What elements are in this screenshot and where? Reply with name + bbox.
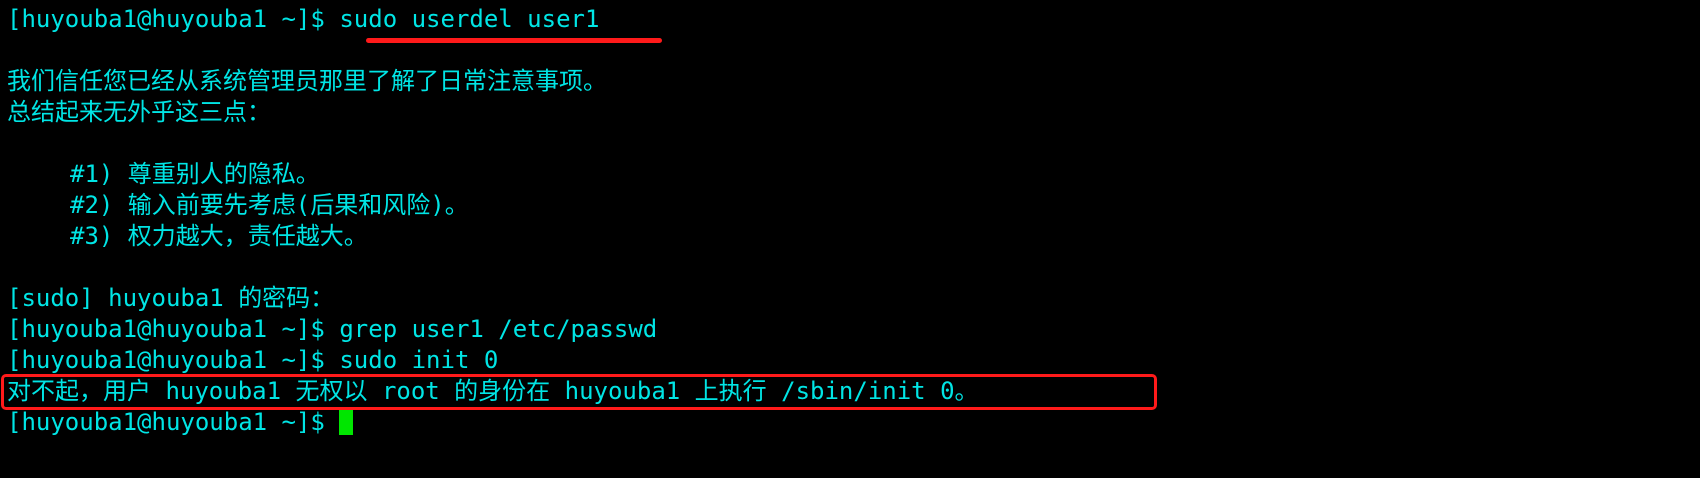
shell-prompt: [huyouba1@huyouba1 ~]$ bbox=[7, 408, 340, 436]
terminal-line-init: [huyouba1@huyouba1 ~]$ sudo init 0 bbox=[7, 345, 1700, 376]
shell-prompt: [huyouba1@huyouba1 ~]$ bbox=[7, 346, 340, 374]
sudo-lecture-rule-1: #1) 尊重别人的隐私。 bbox=[70, 160, 320, 188]
command-userdel: sudo userdel user1 bbox=[339, 5, 600, 33]
shell-prompt: [huyouba1@huyouba1 ~]$ bbox=[7, 315, 340, 343]
sudo-lecture-line-1: 我们信任您已经从系统管理员那里了解了日常注意事项。 bbox=[7, 67, 607, 95]
terminal-line-current[interactable]: [huyouba1@huyouba1 ~]$ bbox=[7, 407, 1700, 438]
command-grep: grep user1 /etc/passwd bbox=[339, 315, 658, 343]
sudo-lecture-rule-3: #3) 权力越大，责任越大。 bbox=[70, 222, 368, 250]
terminal-line-grep: [huyouba1@huyouba1 ~]$ grep user1 /etc/p… bbox=[7, 314, 1700, 345]
command-init: sudo init 0 bbox=[339, 346, 499, 374]
terminal-line-userdel: [huyouba1@huyouba1 ~]$ sudo userdel user… bbox=[7, 4, 1700, 35]
sudo-lecture-rule-2: #2) 输入前要先考虑(后果和风险)。 bbox=[70, 191, 469, 219]
sudo-lecture-line-2: 总结起来无外乎这三点： bbox=[7, 98, 271, 126]
sudo-password-prompt: [sudo] huyouba1 的密码： bbox=[7, 284, 335, 312]
annotation-highlight-box bbox=[1, 374, 1157, 410]
text-cursor bbox=[339, 410, 354, 435]
shell-prompt: [huyouba1@huyouba1 ~]$ bbox=[7, 5, 340, 33]
annotation-underline bbox=[366, 38, 662, 43]
